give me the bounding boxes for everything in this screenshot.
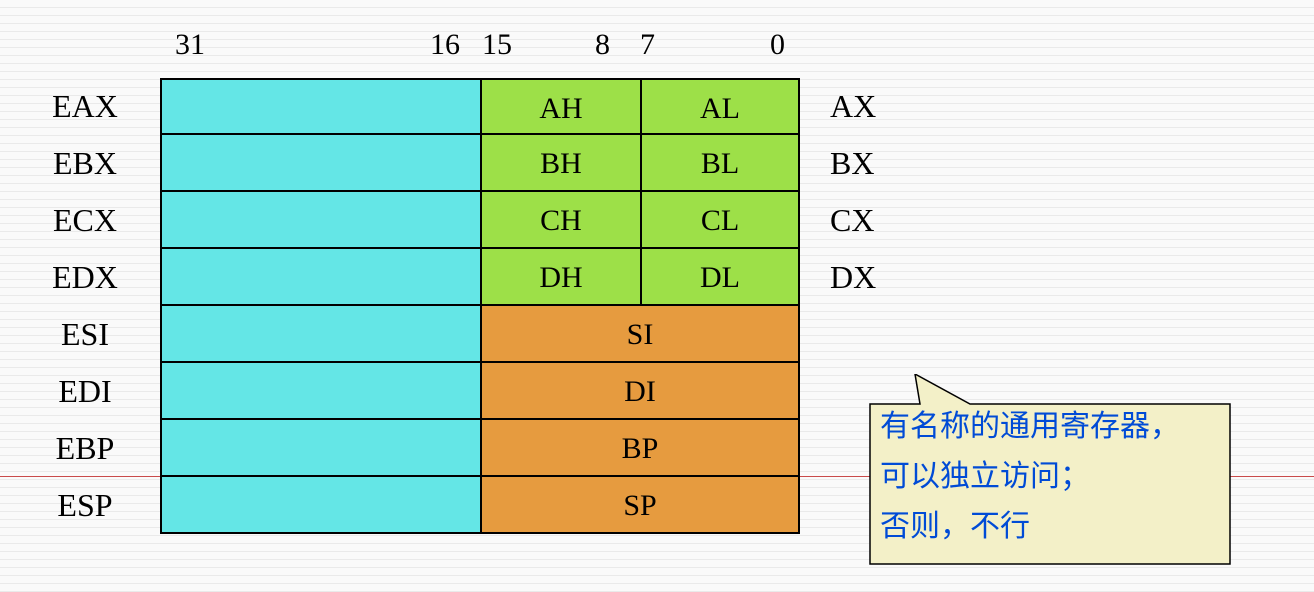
reg-word: BP (480, 420, 800, 477)
reg-high-byte: DH (480, 249, 640, 306)
reg-upper-word (160, 249, 480, 306)
reg-low-byte: DL (640, 249, 800, 306)
reg32-label: EDX (20, 249, 150, 306)
table-row: EBP BP (20, 420, 820, 477)
reg-upper-word (160, 192, 480, 249)
reg32-label: ESP (20, 477, 150, 534)
reg-word: SP (480, 477, 800, 534)
bit15-label: 15 (482, 28, 512, 62)
reg32-label: EAX (20, 78, 150, 135)
reg-upper-word (160, 135, 480, 192)
reg32-label: ESI (20, 306, 150, 363)
table-row: ESP SP (20, 477, 820, 534)
reg32-label: ECX (20, 192, 150, 249)
reg-low-byte: AL (640, 78, 800, 135)
reg-high-byte: BH (480, 135, 640, 192)
reg-high-byte: AH (480, 78, 640, 135)
reg-upper-word (160, 420, 480, 477)
table-row: EDI DI (20, 363, 820, 420)
reg16-label: CX (820, 192, 910, 249)
bit0-label: 0 (770, 28, 785, 62)
reg-word: SI (480, 306, 800, 363)
reg32-label: EBP (20, 420, 150, 477)
bit7-label: 7 (640, 28, 655, 62)
callout-line2: 可以独立访问； (880, 460, 1090, 493)
callout-text: 有名称的通用寄存器， 可以独立访问； 否则，不行 (880, 402, 1180, 552)
reg-upper-word (160, 363, 480, 420)
reg-upper-word (160, 78, 480, 135)
table-row: ESI SI (20, 306, 820, 363)
annotation-callout: 有名称的通用寄存器， 可以独立访问； 否则，不行 (860, 374, 1240, 559)
reg-upper-word (160, 477, 480, 534)
reg-upper-word (160, 306, 480, 363)
bit16-label: 16 (430, 28, 460, 62)
callout-line1: 有名称的通用寄存器， (880, 410, 1180, 443)
reg32-label: EDI (20, 363, 150, 420)
table-row: EAX AH AL AX (20, 78, 820, 135)
reg-word: DI (480, 363, 800, 420)
reg16-label: DX (820, 249, 910, 306)
reg32-label: EBX (20, 135, 150, 192)
reg-high-byte: CH (480, 192, 640, 249)
bit8-label: 8 (595, 28, 610, 62)
reg16-label: AX (820, 78, 910, 135)
bit31-label: 31 (175, 28, 205, 62)
bit-index-header: 31 16 15 8 7 0 (160, 20, 800, 70)
reg-low-byte: CL (640, 192, 800, 249)
callout-line3: 否则，不行 (880, 510, 1030, 543)
table-row: EDX DH DL DX (20, 249, 820, 306)
reg16-label: BX (820, 135, 910, 192)
table-row: EBX BH BL BX (20, 135, 820, 192)
table-row: ECX CH CL CX (20, 192, 820, 249)
reg-low-byte: BL (640, 135, 800, 192)
